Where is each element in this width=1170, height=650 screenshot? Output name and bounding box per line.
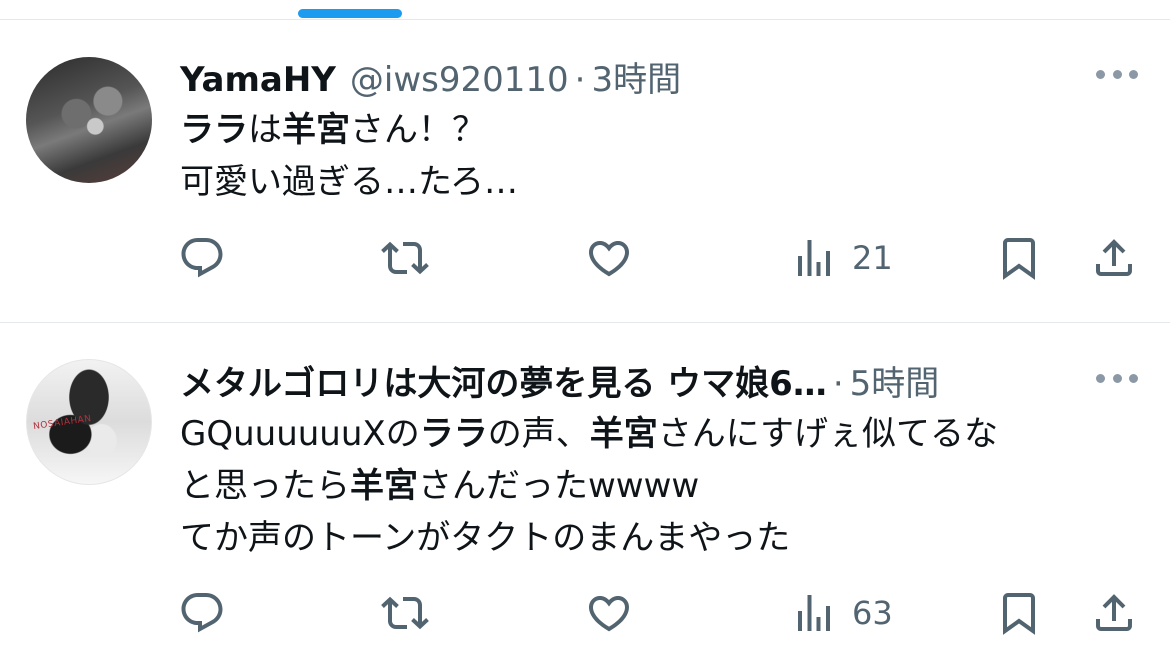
bookmark-icon	[1003, 593, 1035, 635]
text-segment: GQuuuuuuXの	[180, 414, 420, 454]
highlighted-term: ララ	[419, 414, 488, 454]
highlighted-term: ララ	[180, 110, 248, 150]
avatar-watermark: NOSAIAHAN	[32, 413, 93, 433]
reply-button[interactable]	[178, 588, 226, 638]
avatar[interactable]	[26, 57, 152, 183]
highlighted-term: 羊宮	[282, 110, 350, 150]
tweet-header: メタルゴロリは大河の夢を見る ウマ娘6… · 5時間	[180, 356, 939, 404]
retweet-icon	[381, 241, 429, 275]
tweet-text-line: てか声のトーンがタクトのまんまやった	[180, 512, 998, 564]
share-icon	[1096, 239, 1132, 276]
share-button[interactable]	[1090, 233, 1138, 283]
action-bar: 21	[0, 233, 1170, 283]
tweet-text: GQuuuuuuXのララの声、羊宮さんにすげぇ似てるな と思ったら羊宮さんだったw…	[180, 408, 998, 564]
tweet-text-line: 可愛い過ぎる…たろ…	[180, 156, 518, 208]
tweet-text-line: と思ったら羊宮さんだったwwww	[180, 460, 998, 512]
text-segment: てか声のトーンがタクトのまんまやった	[180, 518, 791, 558]
tweet-text: ララは羊宮さん！？ 可愛い過ぎる…たろ…	[180, 104, 518, 208]
bookmark-button[interactable]	[995, 588, 1043, 638]
tweet-header: YamaHY @iws920110 · 3時間	[180, 52, 681, 100]
bookmark-button[interactable]	[995, 233, 1043, 283]
text-segment: さんにすげぇ似てるな	[657, 414, 999, 454]
tweet-text-line: ララは羊宮さん！？	[180, 104, 518, 156]
top-divider	[0, 19, 1170, 20]
highlighted-term: 羊宮	[350, 466, 418, 506]
retweet-button[interactable]	[381, 233, 429, 283]
text-segment: さん！？	[350, 110, 486, 150]
separator-dot: ·	[574, 60, 586, 100]
views-button[interactable]: 21	[790, 233, 893, 283]
like-button[interactable]	[585, 233, 633, 283]
view-count: 21	[852, 239, 893, 277]
display-name[interactable]: YamaHY	[180, 60, 336, 100]
timestamp[interactable]: 5時間	[850, 356, 940, 405]
tweet-text-line: GQuuuuuuXのララの声、羊宮さんにすげぇ似てるな	[180, 408, 998, 460]
text-segment: さんだったwwww	[418, 466, 700, 506]
text-segment: と思ったら	[180, 466, 350, 506]
highlighted-term: 羊宮	[589, 414, 658, 454]
avatar[interactable]: NOSAIAHAN	[26, 359, 152, 485]
reply-button[interactable]	[178, 233, 226, 283]
more-icon[interactable]	[1096, 372, 1138, 384]
text-segment: 可愛い過ぎる…たろ…	[180, 162, 518, 202]
like-icon	[588, 241, 630, 277]
retweet-icon	[381, 596, 429, 630]
action-bar: 63	[0, 588, 1170, 638]
more-icon[interactable]	[1096, 68, 1138, 80]
bookmark-icon	[1003, 238, 1035, 280]
retweet-button[interactable]	[381, 588, 429, 638]
share-button[interactable]	[1090, 588, 1138, 638]
views-icon	[798, 595, 830, 631]
reply-icon	[181, 593, 223, 633]
display-name[interactable]: メタルゴロリは大河の夢を見る ウマ娘6…	[180, 356, 827, 405]
share-icon	[1096, 594, 1132, 631]
active-tab-indicator	[298, 9, 402, 18]
text-segment: の声、	[487, 414, 590, 454]
timestamp[interactable]: 3時間	[591, 52, 681, 101]
like-icon	[588, 596, 630, 632]
text-segment: は	[248, 110, 282, 150]
separator-dot: ·	[832, 364, 844, 404]
username-handle[interactable]: @iws920110	[350, 60, 569, 100]
like-button[interactable]	[585, 588, 633, 638]
view-count: 63	[852, 594, 893, 632]
tweet-divider	[0, 322, 1170, 323]
views-button[interactable]: 63	[790, 588, 893, 638]
views-icon	[798, 240, 830, 276]
reply-icon	[181, 238, 223, 278]
